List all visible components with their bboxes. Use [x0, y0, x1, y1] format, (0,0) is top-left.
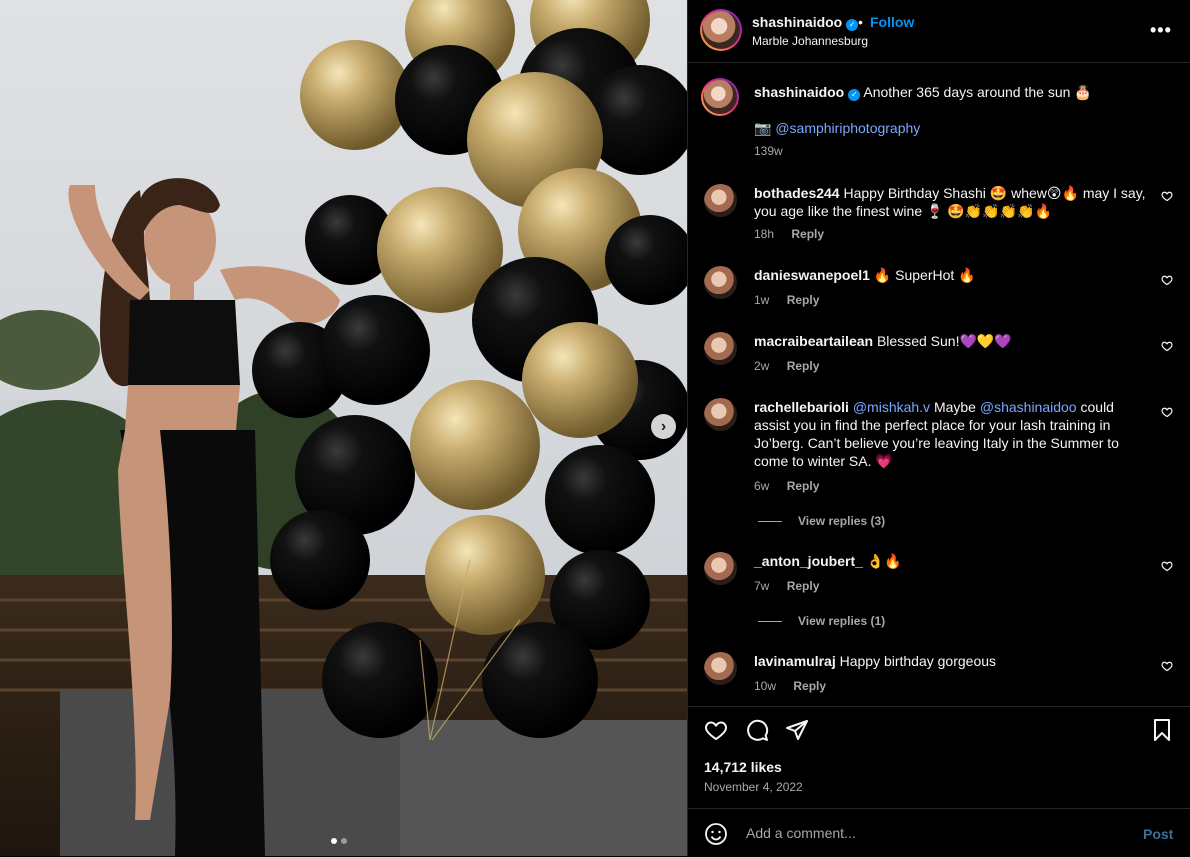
more-options-icon[interactable]: ••• [1150, 20, 1172, 41]
comment-meta: 18h Reply [754, 227, 838, 241]
reply-button[interactable]: Reply [791, 227, 824, 241]
caption-text: Another 365 days around the sun 🎂 [863, 84, 1092, 100]
caption-text-line: shashinaidoo ✓ Another 365 days around th… [754, 84, 1174, 101]
next-slide-button[interactable]: › [651, 414, 676, 439]
author-username[interactable]: shashinaidoo [752, 14, 842, 30]
reply-button[interactable]: Reply [787, 359, 820, 373]
carousel-dot [341, 838, 347, 844]
comment-text: 🔥 SuperHot 🔥 [873, 267, 976, 283]
comment-meta: 7w Reply [754, 579, 833, 593]
verified-badge-icon: ✓ [846, 18, 859, 31]
camera-icon: 📷 [754, 120, 772, 136]
comment-composer: Post [688, 808, 1190, 857]
comment-body: macraibeartailean Blessed Sun!💜💛💜 [754, 332, 1149, 350]
view-replies-button[interactable]: View replies (1) [758, 614, 885, 628]
comment-like-icon[interactable] [1161, 660, 1173, 675]
bookmark-icon[interactable] [1150, 718, 1174, 747]
comment-username[interactable]: rachellebarioli [754, 399, 849, 415]
comment-meta: 10w Reply [754, 679, 840, 693]
comment-body: rachellebarioli @mishkah.v Maybe @shashi… [754, 398, 1149, 470]
comment-time[interactable]: 2w [754, 359, 769, 373]
reply-button[interactable]: Reply [787, 479, 820, 493]
comment-text: Maybe [930, 399, 980, 415]
comment-body: _anton_joubert_ 👌🔥 [754, 552, 1149, 570]
comment-time[interactable]: 18h [754, 227, 774, 241]
view-replies-label[interactable]: View replies (1) [798, 614, 885, 628]
credit-mention-link[interactable]: @samphiriphotography [775, 120, 920, 136]
caption-timestamp[interactable]: 139w [754, 144, 783, 158]
comment-username[interactable]: danieswanepoel1 [754, 267, 870, 283]
comment-username[interactable]: lavinamulraj [754, 653, 836, 669]
comment-like-icon[interactable] [1161, 340, 1173, 355]
view-replies-label[interactable]: View replies (3) [798, 514, 885, 528]
comment-username[interactable]: bothades244 [754, 185, 840, 201]
caption-username[interactable]: shashinaidoo [754, 84, 844, 100]
replies-divider [758, 621, 782, 623]
carousel-dot-active [331, 838, 337, 844]
comment-text: Happy birthday gorgeous [839, 653, 997, 669]
view-replies-button[interactable]: View replies (3) [758, 514, 885, 528]
reply-button[interactable]: Reply [793, 679, 826, 693]
commenter-avatar[interactable] [704, 552, 737, 585]
author-avatar[interactable] [700, 9, 742, 51]
author-username-link[interactable]: shashinaidoo ✓ [752, 14, 859, 31]
heart-icon[interactable] [704, 718, 728, 747]
commenter-avatar[interactable] [704, 398, 737, 431]
caption-avatar[interactable] [701, 78, 739, 116]
comment-like-icon[interactable] [1161, 274, 1173, 289]
post-comment-button[interactable]: Post [1143, 826, 1173, 842]
comment-input[interactable] [744, 821, 1128, 845]
comment-like-icon[interactable] [1161, 406, 1173, 421]
header-separator: • [858, 14, 863, 30]
post-detail-panel: shashinaidoo ✓ • Follow Marble Johannesbu… [687, 0, 1190, 856]
post-header: shashinaidoo ✓ • Follow Marble Johannesbu… [688, 0, 1190, 63]
comment-body: bothades244 Happy Birthday Shashi 🤩 whew… [754, 184, 1149, 220]
comment-time[interactable]: 1w [754, 293, 769, 307]
chevron-right-icon: › [660, 417, 667, 435]
reply-button[interactable]: Reply [787, 293, 820, 307]
comment-text: Blessed Sun!💜💛💜 [876, 333, 1012, 349]
comment-time[interactable]: 7w [754, 579, 769, 593]
comment-like-icon[interactable] [1161, 190, 1173, 205]
post-actions: 14,712 likes November 4, 2022 Post [688, 706, 1190, 856]
commenter-avatar[interactable] [704, 184, 737, 217]
emoji-icon[interactable] [704, 822, 728, 851]
carousel-indicator [331, 838, 347, 844]
comment-username[interactable]: _anton_joubert_ [754, 553, 863, 569]
commenter-avatar[interactable] [704, 332, 737, 365]
follow-button[interactable]: Follow [870, 14, 914, 30]
comment-meta: 1w Reply [754, 293, 833, 307]
comment-mention-link[interactable]: @mishkah.v [853, 399, 930, 415]
comment-time[interactable]: 10w [754, 679, 776, 693]
comment-body: lavinamulraj Happy birthday gorgeous [754, 652, 1149, 670]
replies-divider [758, 521, 782, 523]
post-media[interactable]: › [0, 0, 687, 856]
commenter-avatar[interactable] [704, 266, 737, 299]
verified-badge-icon: ✓ [848, 88, 861, 101]
comment-meta: 2w Reply [754, 359, 833, 373]
comment-mention-link[interactable]: @shashinaidoo [980, 399, 1077, 415]
caption-credit: 📷 @samphiriphotography [754, 120, 920, 137]
comment-like-icon[interactable] [1161, 560, 1173, 575]
comment-username[interactable]: macraibeartailean [754, 333, 873, 349]
likes-count[interactable]: 14,712 likes [704, 759, 782, 775]
reply-button[interactable]: Reply [787, 579, 820, 593]
commenter-avatar[interactable] [704, 652, 737, 685]
post-photo [0, 0, 687, 856]
comment-meta: 6w Reply [754, 479, 833, 493]
comment-icon[interactable] [745, 718, 769, 747]
post-date[interactable]: November 4, 2022 [704, 780, 803, 794]
comment-body: danieswanepoel1 🔥 SuperHot 🔥 [754, 266, 1149, 284]
comment-time[interactable]: 6w [754, 479, 769, 493]
location-link[interactable]: Marble Johannesburg [752, 34, 868, 48]
comment-text: 👌🔥 [866, 553, 902, 569]
share-icon[interactable] [785, 718, 809, 747]
